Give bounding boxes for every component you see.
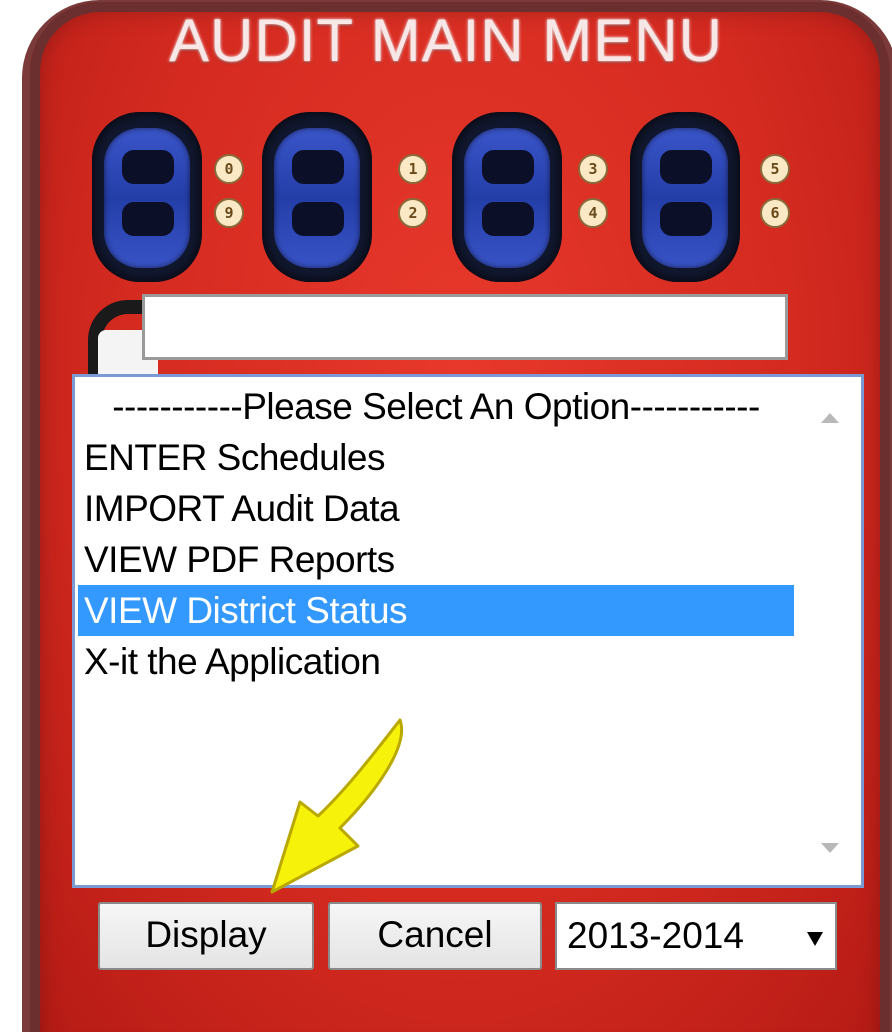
pin-label: 5 (760, 154, 790, 184)
pin-label: 1 (398, 154, 428, 184)
pin-label: 3 (578, 154, 608, 184)
scroll-down-arrow-icon[interactable] (821, 843, 839, 853)
page-title: AUDIT MAIN MENU (169, 7, 723, 74)
listbox-option-view-district-status[interactable]: VIEW District Status (78, 585, 794, 636)
menu-screen: AUDIT MAIN MENU 0 9 1 2 3 4 5 6 --------… (0, 0, 892, 1032)
listbox-option-placeholder[interactable]: -----------Please Select An Option------… (78, 381, 794, 432)
pin-label: 2 (398, 198, 428, 228)
option-listbox[interactable]: -----------Please Select An Option------… (72, 374, 864, 888)
pin-label: 0 (214, 154, 244, 184)
pin-label: 4 (578, 198, 608, 228)
display-button[interactable]: Display (98, 902, 314, 970)
pin-label: 9 (214, 198, 244, 228)
listbox-option-exit-application[interactable]: X-it the Application (78, 636, 794, 687)
scroll-up-arrow-icon[interactable] (821, 413, 839, 423)
listbox-option-import-audit-data[interactable]: IMPORT Audit Data (78, 483, 794, 534)
connector-knob-4 (630, 112, 740, 282)
year-select[interactable]: 2013-2014 (555, 902, 837, 970)
connector-knob-3 (452, 112, 562, 282)
year-select-value: 2013-2014 (567, 915, 744, 956)
listbox-option-view-pdf-reports[interactable]: VIEW PDF Reports (78, 534, 794, 585)
dropdown-arrow-icon (807, 932, 823, 946)
entry-input[interactable] (142, 294, 788, 360)
cancel-button[interactable]: Cancel (328, 902, 542, 970)
listbox-option-enter-schedules[interactable]: ENTER Schedules (78, 432, 794, 483)
pin-label: 6 (760, 198, 790, 228)
yellow-arrow-icon (270, 718, 403, 894)
connector-knob-1 (92, 112, 202, 282)
connector-knob-2 (262, 112, 372, 282)
